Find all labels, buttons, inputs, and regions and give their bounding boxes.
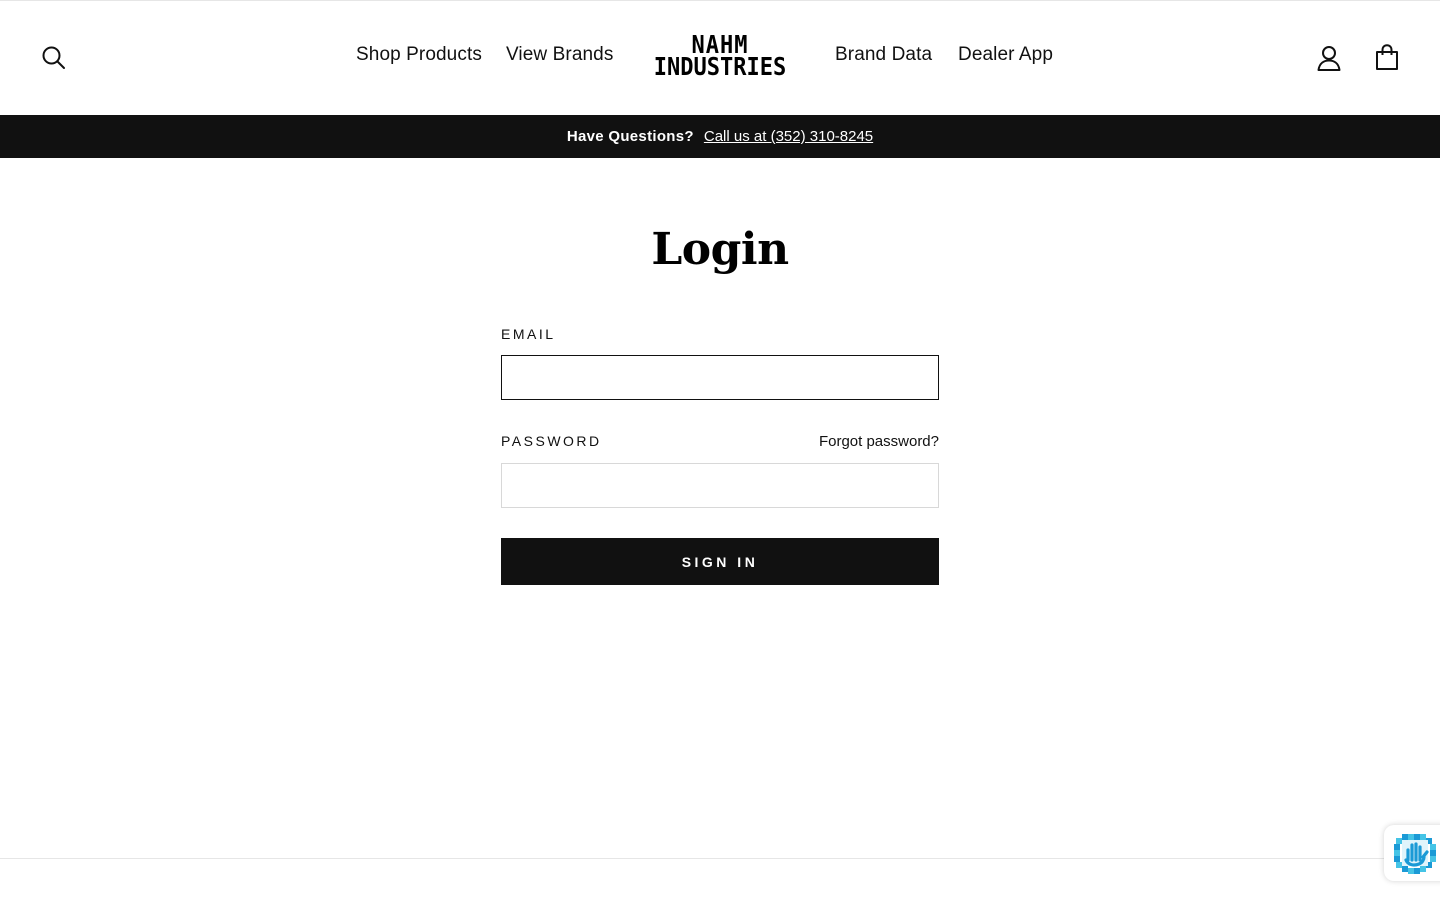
- nav-brand-data[interactable]: Brand Data: [835, 44, 932, 66]
- search-button[interactable]: [36, 39, 72, 77]
- page-title: Login: [651, 224, 789, 275]
- site-logo[interactable]: NAHM INDUSTRIES: [640, 33, 800, 82]
- footer-divider: [0, 858, 1440, 859]
- shopping-bag-icon: [1376, 44, 1398, 70]
- nav-view-brands[interactable]: View Brands: [506, 44, 613, 66]
- phone-link[interactable]: Call us at (352) 310-8245: [704, 128, 873, 145]
- site-header: Shop Products View Brands NAHM INDUSTRIE…: [0, 1, 1440, 114]
- recaptcha-badge[interactable]: [1384, 825, 1440, 881]
- logo-text-line-2: INDUSTRIES: [653, 53, 787, 82]
- password-field[interactable]: [501, 463, 939, 508]
- user-icon: [1317, 46, 1341, 71]
- search-icon: [42, 46, 65, 69]
- nav-shop-products[interactable]: Shop Products: [356, 44, 482, 66]
- password-label: PASSWORD: [501, 433, 602, 449]
- email-field[interactable]: [501, 355, 939, 400]
- announcement-bar: Have Questions? Call us at (352) 310-824…: [0, 115, 1440, 158]
- forgot-password-link[interactable]: Forgot password?: [800, 433, 939, 450]
- account-button[interactable]: [1310, 39, 1348, 77]
- email-label: EMAIL: [501, 326, 556, 342]
- cart-button[interactable]: [1368, 37, 1406, 77]
- sign-in-button[interactable]: SIGN IN: [501, 538, 939, 585]
- announcement-question: Have Questions?: [566, 128, 694, 145]
- recaptcha-hand-icon: [1394, 834, 1436, 874]
- nav-dealer-app[interactable]: Dealer App: [958, 44, 1053, 66]
